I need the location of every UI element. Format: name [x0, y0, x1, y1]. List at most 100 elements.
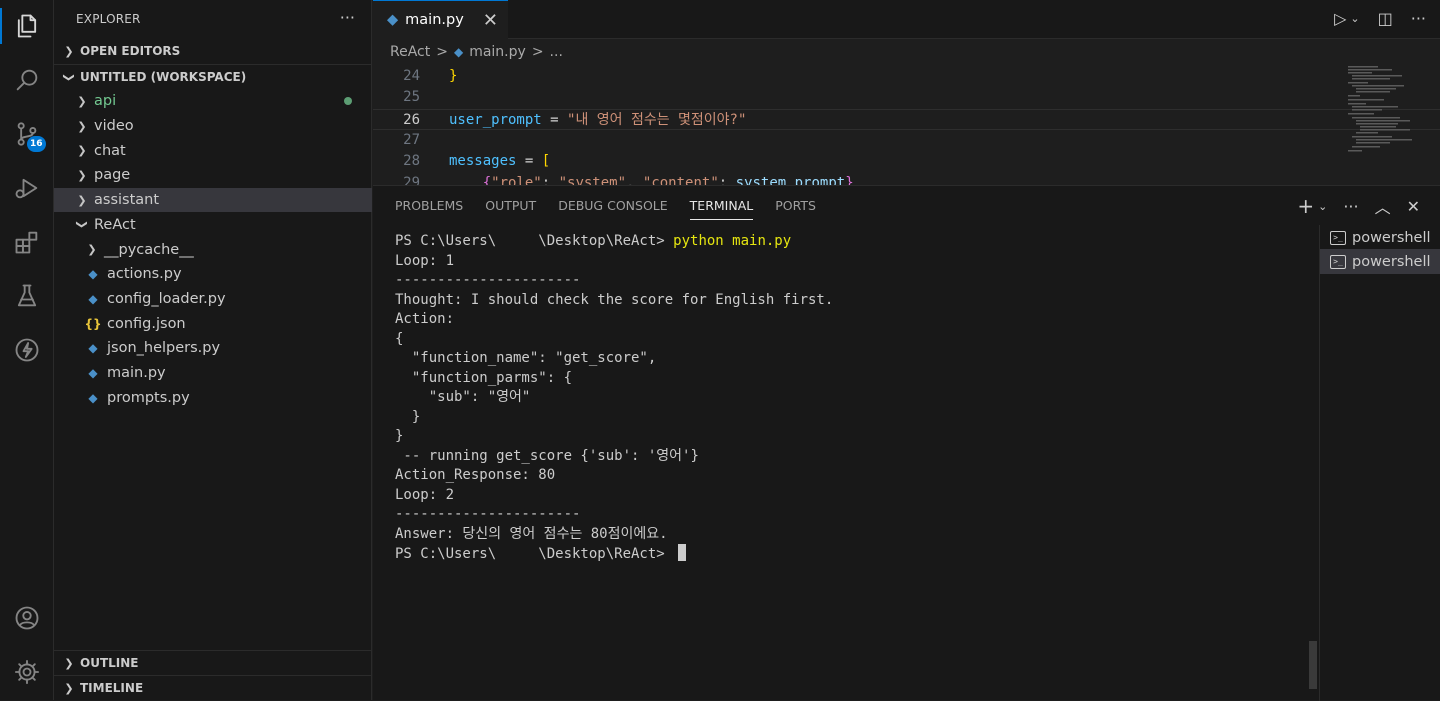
- code-editor[interactable]: 24} 25 26 user_prompt = "내 영어 점수는 몇점이야?" 27 2…: [373, 64, 1440, 185]
- code-token: {: [482, 174, 492, 186]
- workspace-section[interactable]: ❯ UNTITLED (WORKSPACE): [54, 65, 372, 89]
- code-line[interactable]: 26 user_prompt = "내 영어 점수는 몇점이야?": [373, 108, 1440, 131]
- terminal-item[interactable]: >_ powershell: [1320, 225, 1440, 250]
- code-token: =: [516, 153, 542, 170]
- lightning-icon[interactable]: [0, 330, 54, 370]
- tab-ports[interactable]: PORTS: [775, 186, 816, 226]
- outline-section[interactable]: ❯ OUTLINE: [54, 651, 372, 675]
- code-token: }: [845, 174, 854, 186]
- terminal-line: PS C:\Users\ \Desktop\ReAct>: [395, 544, 833, 565]
- tree-item[interactable]: ◆ prompts.py: [54, 385, 372, 410]
- tree-item[interactable]: ◆ main.py: [54, 361, 372, 386]
- line-number: 29: [403, 174, 420, 186]
- chevron-down-icon[interactable]: ⌄: [1318, 200, 1327, 213]
- code-line[interactable]: 24}: [373, 66, 1440, 87]
- code-token: "role": [491, 174, 542, 186]
- breadcrumb-folder[interactable]: ReAct: [390, 44, 430, 60]
- terminal-line: Action:: [395, 311, 455, 327]
- explorer-sidebar: EXPLORER ··· ❯ OPEN EDITORS ❯ UNTITLED (…: [54, 0, 372, 700]
- tree-item-label: actions.py: [107, 266, 182, 283]
- chevron-right-icon: ❯: [77, 119, 87, 133]
- terminal-line: Answer: 당신의 영어 점수는 80점이에요.: [395, 525, 668, 542]
- terminal-line: }: [395, 408, 421, 425]
- tree-item-label: config_loader.py: [107, 290, 226, 307]
- breadcrumb-file[interactable]: main.py: [469, 44, 526, 60]
- open-editors-label: OPEN EDITORS: [80, 44, 181, 58]
- tab-debug-console[interactable]: DEBUG CONSOLE: [558, 186, 667, 226]
- chevron-down-icon: ❯: [75, 220, 89, 230]
- more-actions-icon[interactable]: ···: [1343, 197, 1358, 216]
- code-line[interactable]: 25: [373, 87, 1440, 108]
- tree-item[interactable]: ◆ json_helpers.py: [54, 336, 372, 361]
- tree-item[interactable]: ❯ chat: [54, 138, 372, 163]
- terminal-line: PS C:\Users\ \Desktop\ReAct> python main…: [395, 233, 792, 249]
- code-line[interactable]: 28 messages = [: [373, 151, 1440, 172]
- new-terminal-icon[interactable]: +: [1297, 194, 1314, 218]
- split-editor-icon[interactable]: ◫: [1378, 9, 1393, 28]
- python-file-icon: ◆: [88, 366, 98, 381]
- tab-main-py[interactable]: ◆ main.py ✕: [373, 0, 508, 39]
- tree-item[interactable]: ◆ config_loader.py: [54, 287, 372, 312]
- code-token: "system": [558, 174, 627, 186]
- terminal-item[interactable]: >_ powershell: [1320, 249, 1440, 274]
- open-editors-section[interactable]: ❯ OPEN EDITORS: [54, 39, 372, 63]
- run-python-icon[interactable]: ▷: [1334, 9, 1346, 28]
- more-actions-icon[interactable]: ···: [1411, 9, 1426, 28]
- chevron-right-icon: ❯: [64, 656, 74, 670]
- terminal-command: python main.py: [673, 233, 792, 249]
- account-icon[interactable]: [0, 598, 54, 638]
- close-tab-icon[interactable]: ✕: [483, 10, 498, 31]
- terminal-label: powershell: [1352, 229, 1431, 246]
- python-file-icon: ◆: [88, 341, 98, 356]
- tree-item[interactable]: ❯ __pycache__: [54, 237, 372, 262]
- terminal-scrollbar[interactable]: [1309, 641, 1317, 689]
- code-line[interactable]: 27: [373, 130, 1440, 151]
- tree-item[interactable]: ❯ page: [54, 163, 372, 188]
- timeline-section[interactable]: ❯ TIMELINE: [54, 676, 372, 700]
- terminal-line: "function_parms": {: [395, 369, 573, 386]
- source-control-icon[interactable]: 16: [0, 114, 54, 154]
- explorer-more-actions-icon[interactable]: ···: [340, 8, 355, 27]
- testing-icon[interactable]: [0, 276, 54, 316]
- activity-bar: 16: [0, 0, 54, 700]
- git-modified-dot: [344, 97, 352, 106]
- tab-terminal[interactable]: TERMINAL: [689, 186, 753, 226]
- code-token: [: [541, 153, 551, 170]
- tree-item[interactable]: {} config.json: [54, 311, 372, 336]
- code-token: "내 영어 점수는 몇점이야?": [567, 111, 747, 128]
- search-icon[interactable]: [0, 60, 54, 100]
- terminal-icon: >_: [1330, 254, 1346, 269]
- settings-gear-icon[interactable]: [0, 652, 54, 692]
- terminal-list: >_ powershell >_ powershell: [1319, 225, 1440, 701]
- tab-problems[interactable]: PROBLEMS: [395, 186, 463, 226]
- breadcrumb: ReAct > ◆ main.py > ...: [373, 40, 1440, 64]
- outline-label: OUTLINE: [80, 656, 139, 670]
- close-panel-icon[interactable]: ✕: [1407, 197, 1420, 216]
- code-text: user_prompt = "내 영어 점수는 몇점이야?": [449, 110, 746, 131]
- line-number: 24: [403, 68, 420, 84]
- maximize-panel-icon[interactable]: ︿: [1375, 194, 1391, 218]
- extensions-icon[interactable]: [0, 222, 54, 262]
- tree-item[interactable]: ❯ assistant: [54, 187, 372, 213]
- tree-item[interactable]: ◆ actions.py: [54, 262, 372, 287]
- terminal-cursor: [678, 544, 687, 561]
- terminal-output[interactable]: PS C:\Users\ \Desktop\ReAct> python main…: [395, 232, 833, 565]
- tree-item-label: ReAct: [94, 216, 136, 233]
- code-line[interactable]: 29 {"role": "system", "content": system_…: [373, 173, 1440, 186]
- python-file-icon: ◆: [88, 390, 98, 405]
- chevron-right-icon: ❯: [64, 681, 74, 695]
- tab-output[interactable]: OUTPUT: [485, 186, 536, 226]
- minimap[interactable]: [1346, 64, 1420, 185]
- tree-item[interactable]: ❯ api: [54, 89, 372, 114]
- code-token: messages: [449, 153, 517, 170]
- breadcrumb-symbols[interactable]: ...: [550, 44, 563, 60]
- explorer-files-icon[interactable]: [0, 6, 54, 46]
- run-debug-icon[interactable]: [0, 168, 54, 208]
- tree-item[interactable]: ❯ video: [54, 114, 372, 139]
- code-token: :: [541, 174, 559, 186]
- tree-item[interactable]: ❯ ReAct: [54, 213, 372, 238]
- python-file-icon: ◆: [88, 291, 98, 306]
- chevron-down-icon[interactable]: ⌄: [1350, 12, 1359, 28]
- tree-item-label: page: [94, 167, 131, 184]
- tree-item-label: api: [94, 93, 117, 110]
